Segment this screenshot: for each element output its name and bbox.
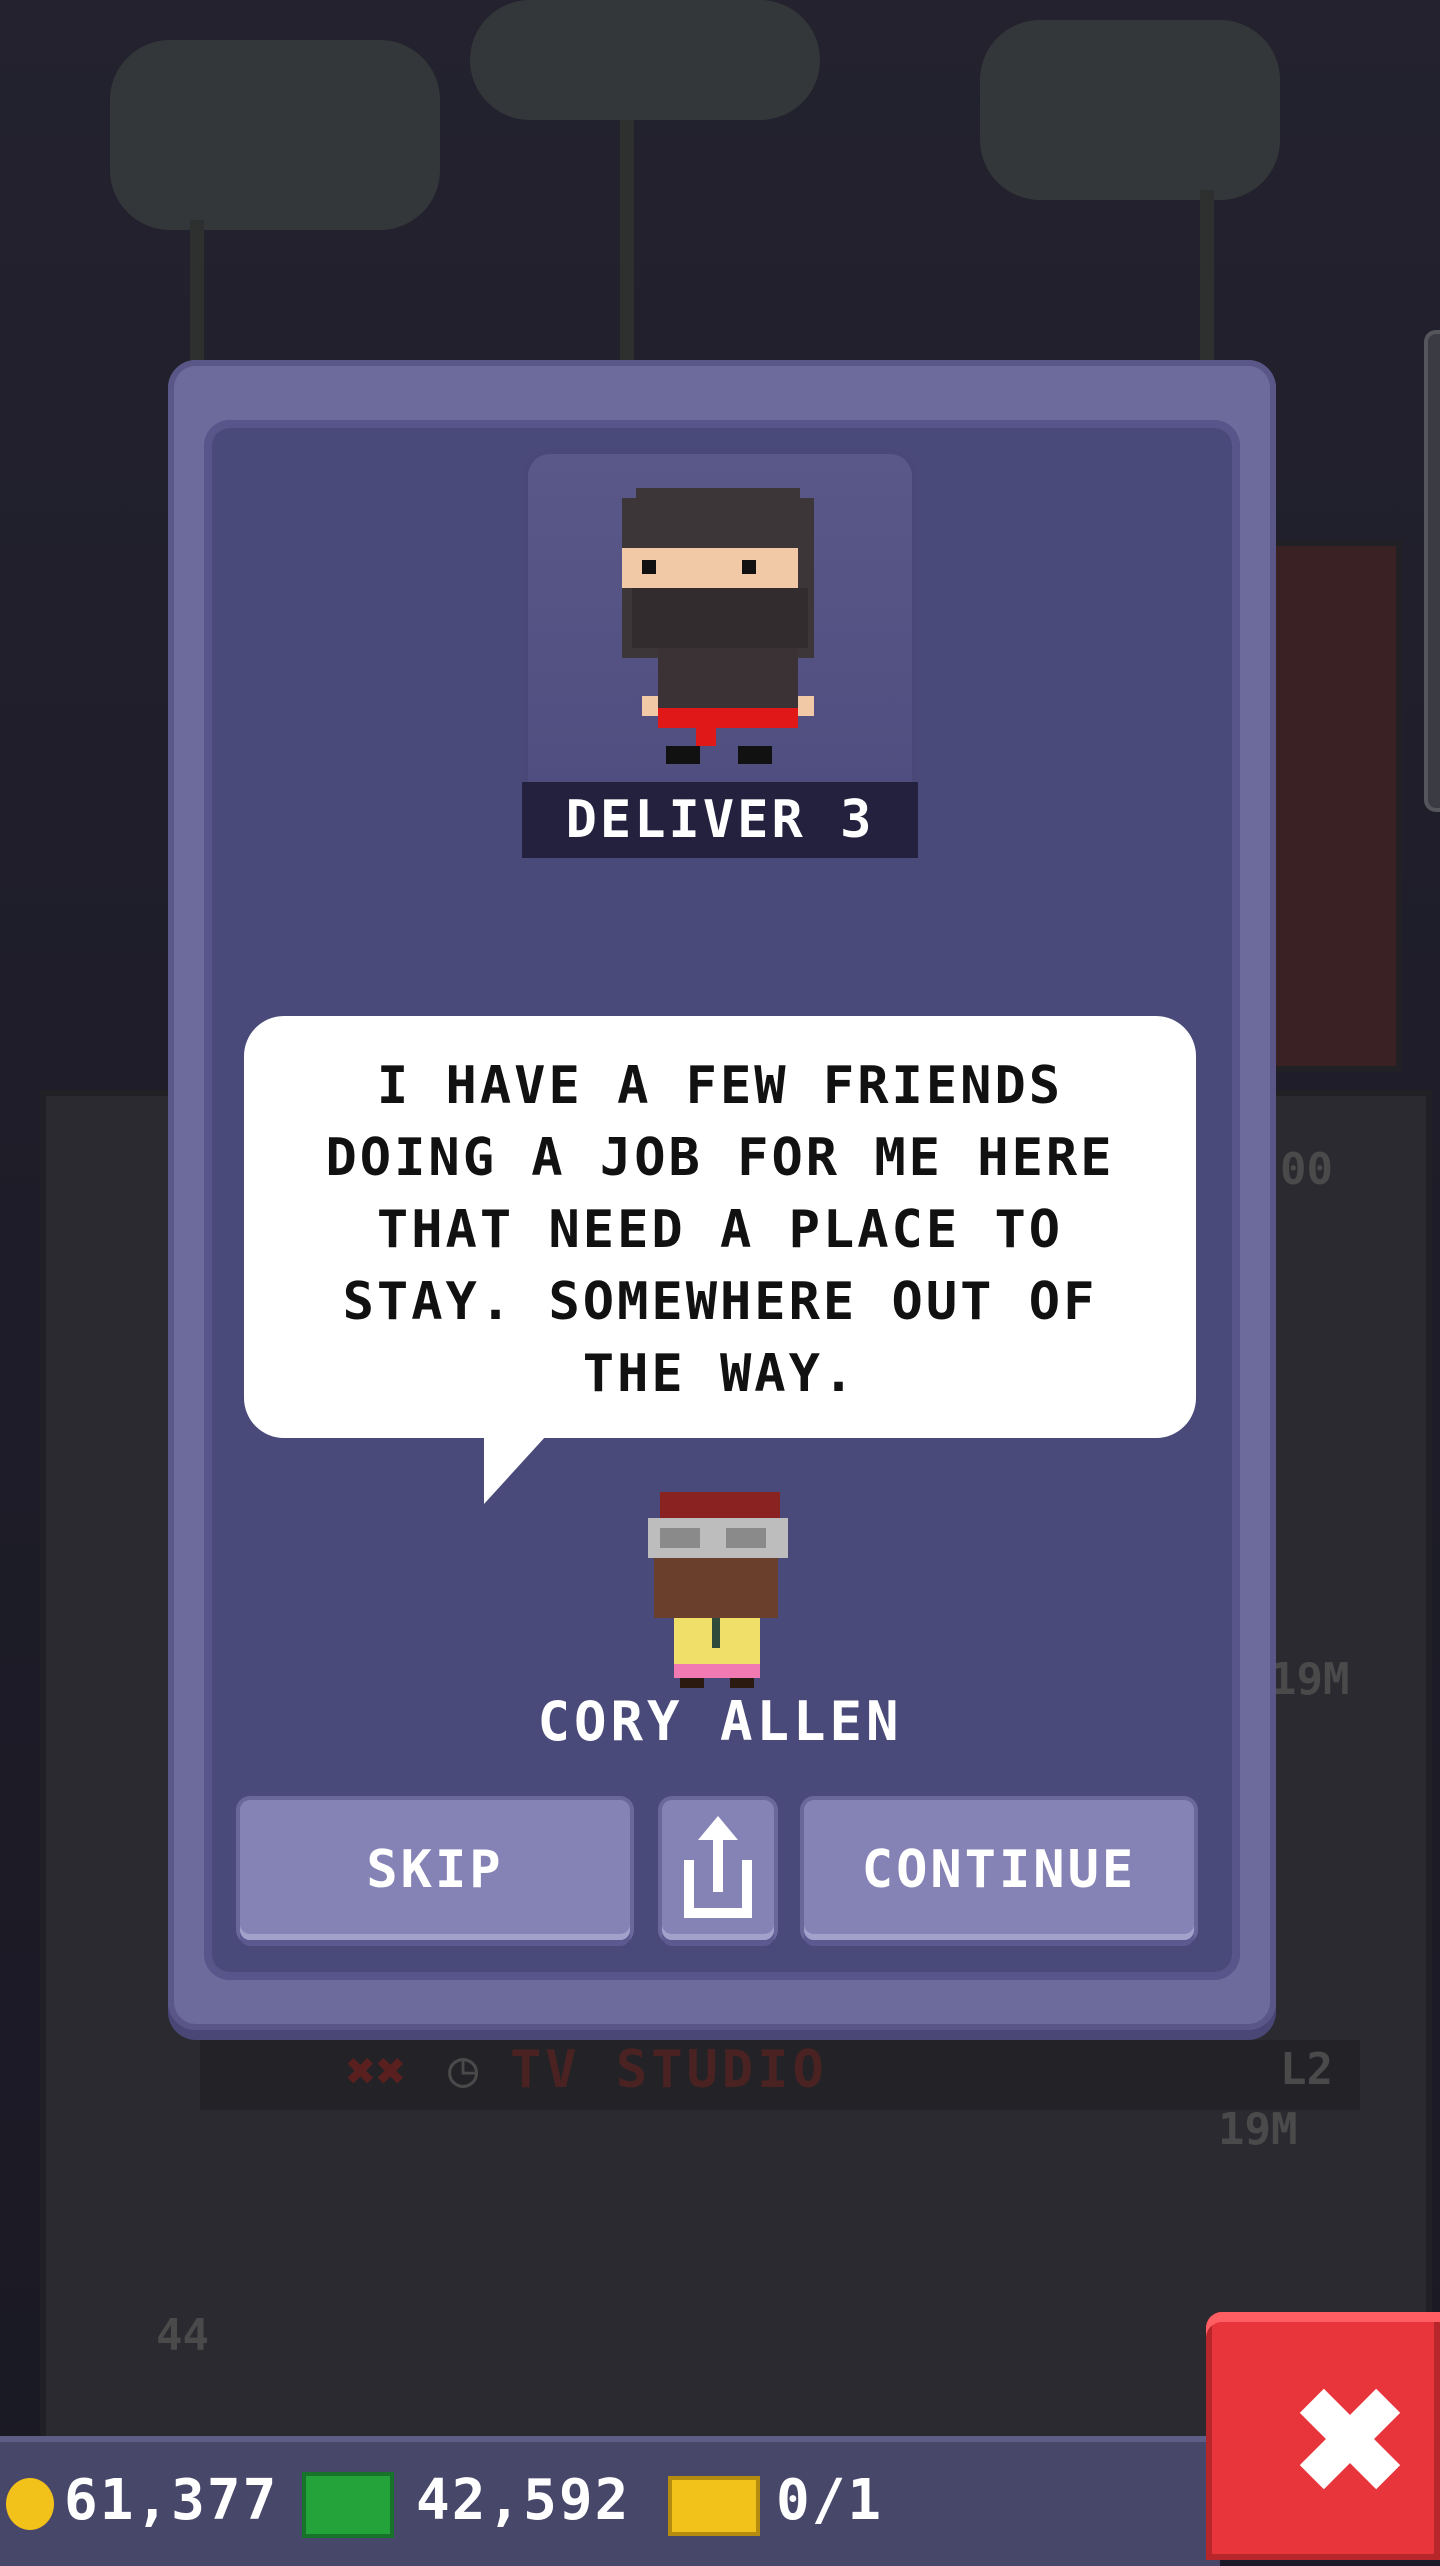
ticket-icon (668, 2476, 760, 2536)
floor-clock-icon: ◷ (448, 2040, 479, 2098)
tickets-value: 0/1 (776, 2468, 884, 2533)
dialogue-text: I HAVE A FEW FRIENDS DOING A JOB FOR ME … (325, 1056, 1115, 1404)
scroll-handle[interactable] (1424, 330, 1440, 812)
floor-income: 19M (1218, 2104, 1298, 2155)
continue-button[interactable]: CONTINUE (804, 1800, 1194, 1940)
bux-icon (302, 2472, 394, 2538)
skip-button[interactable]: SKIP (240, 1800, 630, 1940)
deliver-task-label: DELIVER 3 (522, 782, 918, 858)
floor-income-upper: 19M (1270, 1654, 1350, 1705)
background-building (1260, 540, 1402, 1072)
speaker-name: CORY ALLEN (537, 1690, 903, 1753)
speech-bubble-tail (484, 1436, 546, 1504)
floor-x-icon: ✖✖ (346, 2042, 407, 2100)
cory-allen-avatar (648, 1492, 788, 1688)
share-button[interactable] (662, 1800, 774, 1940)
background-cloud (980, 20, 1280, 200)
coins-value: 61,377 (64, 2468, 279, 2533)
share-icon (684, 1816, 752, 1918)
background-cloud (470, 0, 820, 120)
close-icon (1299, 2388, 1401, 2490)
bux-value: 42,592 (416, 2468, 631, 2533)
close-button[interactable] (1206, 2312, 1440, 2560)
partial-value: 00 (1280, 1144, 1333, 1195)
floor-number: 44 (156, 2310, 209, 2361)
background-cloud (110, 40, 440, 230)
floor-name: TV STUDIO (510, 2040, 828, 2100)
floor-level: L2 (1280, 2044, 1333, 2095)
coin-icon (6, 2478, 54, 2530)
